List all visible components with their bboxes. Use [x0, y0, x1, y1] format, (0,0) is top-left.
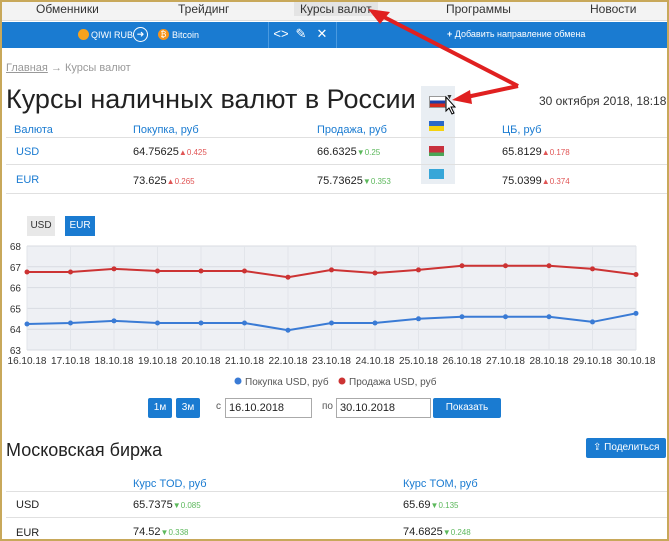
data-point	[372, 320, 378, 326]
data-point	[459, 314, 465, 320]
date-from-input[interactable]: 16.10.2018	[225, 398, 312, 418]
data-point	[285, 274, 291, 280]
from-label: с	[216, 401, 221, 412]
period-3m-button[interactable]: 3м	[176, 398, 200, 418]
buy-value: 73.625▲0.265	[133, 175, 195, 187]
data-point	[503, 263, 508, 269]
data-point	[242, 320, 247, 326]
x-tick-label: 25.10.18	[399, 356, 438, 367]
data-point	[416, 316, 421, 322]
data-point	[68, 320, 73, 326]
x-tick-label: 22.10.18	[269, 356, 308, 367]
y-tick-label: 67	[10, 263, 22, 274]
tab-usd[interactable]: USD	[27, 216, 55, 236]
x-tick-label: 30.10.18	[617, 356, 656, 367]
x-tick-label: 19.10.18	[138, 356, 177, 367]
data-point	[242, 268, 247, 274]
divider	[6, 517, 669, 518]
data-point	[198, 320, 204, 326]
x-tick-label: 26.10.18	[443, 356, 482, 367]
share-icon: ⇪	[593, 442, 602, 453]
data-point	[503, 314, 508, 320]
x-tick-label: 18.10.18	[95, 356, 134, 367]
legend-marker	[338, 377, 346, 385]
legend-marker	[234, 377, 242, 385]
annotation-arrow	[377, 12, 519, 88]
tom-value: 65.69▼0.135	[403, 499, 459, 511]
data-point	[285, 327, 291, 333]
x-tick-label: 29.10.18	[573, 356, 612, 367]
divider	[6, 164, 669, 165]
col-buy: Покупка, руб	[133, 124, 199, 136]
data-point	[155, 320, 160, 326]
data-point	[372, 270, 378, 276]
y-tick-label: 66	[10, 284, 22, 295]
buy-value: 64.75625▲0.425	[133, 146, 207, 158]
to-label: по	[322, 401, 333, 412]
data-point	[24, 321, 30, 327]
x-tick-label: 21.10.18	[225, 356, 264, 367]
col-tod: Курс TOD, руб	[133, 478, 207, 490]
moex-currency: EUR	[16, 527, 40, 539]
moex-currency: USD	[16, 499, 40, 511]
y-tick-label: 65	[10, 304, 22, 315]
data-point	[111, 318, 117, 324]
kazakhstan-flag-icon[interactable]	[429, 169, 444, 179]
sell-value: 66.6325▼0.25	[317, 146, 381, 158]
x-tick-label: 20.10.18	[182, 356, 221, 367]
ukraine-flag-icon[interactable]	[429, 121, 444, 131]
currency-link[interactable]: EUR	[16, 174, 39, 186]
divider	[6, 193, 669, 194]
data-point	[329, 267, 334, 273]
x-tick-label: 23.10.18	[312, 356, 351, 367]
data-point	[590, 266, 595, 272]
data-point	[633, 310, 639, 316]
tod-value: 74.52▼0.338	[133, 526, 189, 538]
data-point	[633, 271, 639, 277]
date-to-input[interactable]: 30.10.2018	[336, 398, 431, 418]
legend-label: Продажа USD, руб	[349, 376, 437, 388]
data-point	[546, 263, 552, 269]
x-tick-label: 16.10.18	[8, 356, 47, 367]
x-tick-label: 27.10.18	[486, 356, 525, 367]
x-tick-label: 28.10.18	[530, 356, 569, 367]
col-currency: Валюта	[14, 124, 53, 136]
col-cb: ЦБ, руб	[502, 124, 542, 136]
tod-value: 65.7375▼0.085	[133, 499, 201, 511]
tab-eur[interactable]: EUR	[65, 216, 95, 236]
col-sell: Продажа, руб	[317, 124, 387, 136]
col-tom: Курс TOM, руб	[403, 478, 478, 490]
data-point	[590, 319, 595, 325]
rates-chart: 63646566676816.10.18 17.10.18 18.10.18 19.1…	[0, 236, 669, 388]
data-point	[155, 268, 160, 274]
y-tick-label: 64	[10, 325, 22, 336]
cb-value: 65.8129▲0.178	[502, 146, 570, 158]
moex-title: Московская биржа	[6, 440, 163, 460]
share-button[interactable]: ⇪ Поделиться	[586, 438, 666, 458]
period-1m-button[interactable]: 1м	[148, 398, 172, 418]
annotation-arrows	[368, 9, 519, 115]
data-point	[546, 314, 552, 320]
arrowhead	[452, 90, 472, 104]
belarus-flag-icon[interactable]	[429, 146, 444, 156]
cb-value: 75.0399▲0.374	[502, 175, 570, 187]
data-point	[24, 269, 30, 275]
data-point	[416, 267, 421, 273]
divider	[6, 137, 669, 138]
currency-link[interactable]: USD	[16, 146, 39, 158]
tom-value: 74.6825▼0.248	[403, 526, 471, 538]
legend-label: Покупка USD, руб	[245, 376, 329, 388]
data-point	[459, 263, 465, 269]
data-point	[68, 269, 73, 275]
x-tick-label: 24.10.18	[356, 356, 395, 367]
divider	[6, 491, 669, 492]
data-point	[198, 268, 204, 274]
data-point	[111, 266, 117, 272]
y-tick-label: 68	[10, 242, 22, 253]
data-point	[329, 320, 334, 326]
sell-value: 75.73625▼0.353	[317, 175, 391, 187]
x-tick-label: 17.10.18	[51, 356, 90, 367]
show-button[interactable]: Показать	[433, 398, 501, 418]
